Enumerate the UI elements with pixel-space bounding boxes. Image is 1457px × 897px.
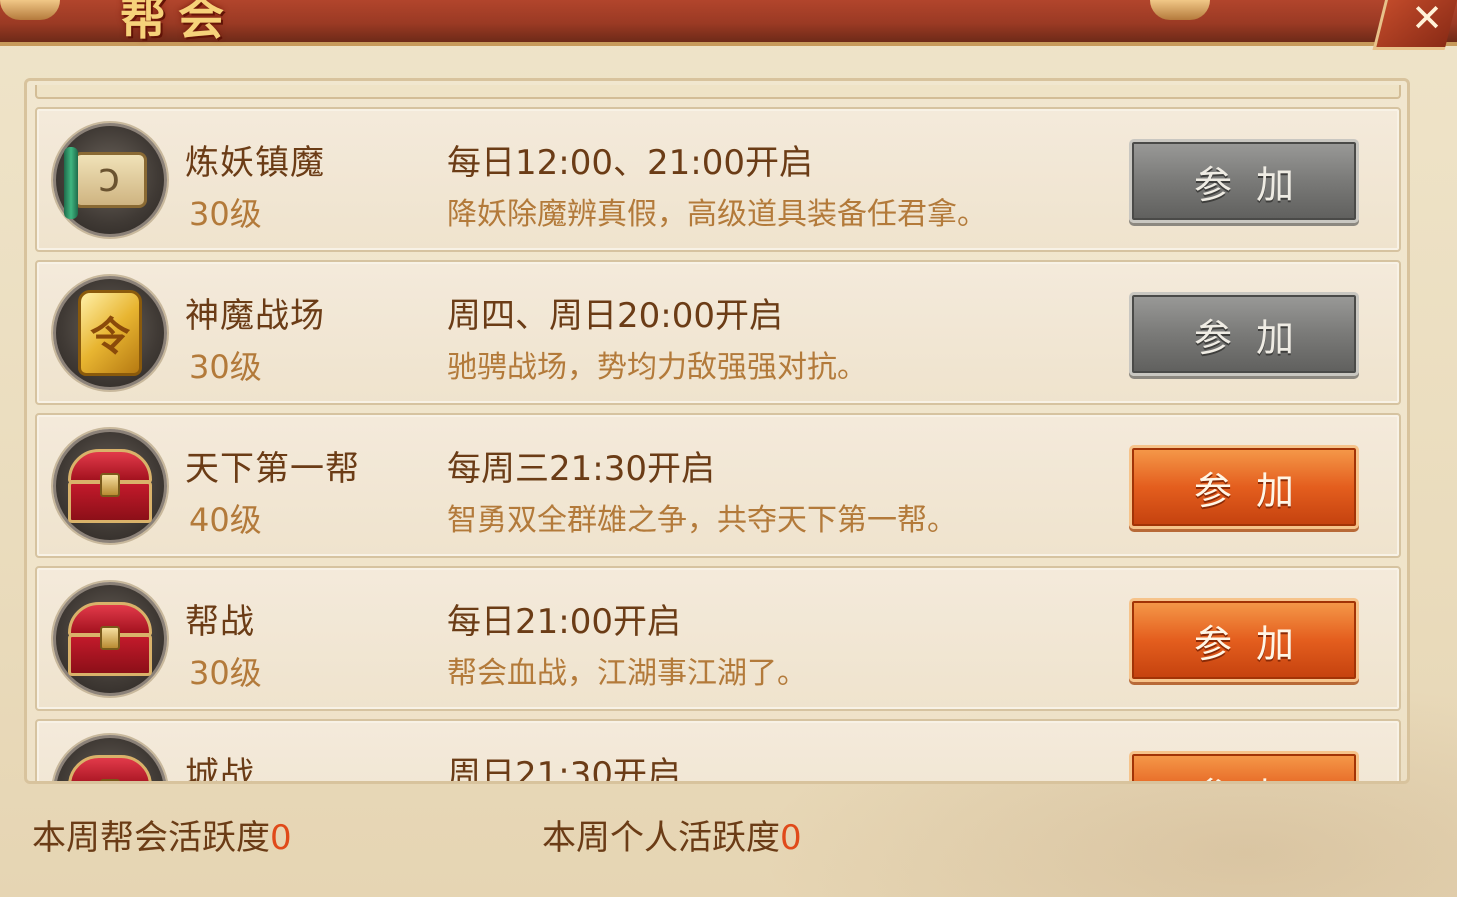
- activity-description: 降妖除魔辨真假，高级道具装备任君拿。: [447, 197, 987, 232]
- activity-row: 城战 周日21:30开启 参加: [35, 719, 1401, 784]
- activity-row: 炼妖镇魔 30级 每日12:00、21:00开启 降妖除魔辨真假，高级道具装备任…: [35, 107, 1401, 252]
- activity-row: 天下第一帮 40级 每周三21:30开启 智勇双全群雄之争，共夺天下第一帮。 参…: [35, 413, 1401, 558]
- header-ornament-right: [1150, 0, 1210, 20]
- personal-activity-label: 本周个人活跃度: [542, 818, 780, 858]
- guild-activity-value: 0: [270, 818, 292, 858]
- join-button[interactable]: 参加: [1129, 445, 1359, 529]
- gold-token-icon: 令: [78, 290, 142, 376]
- activity-icon-frame: [53, 123, 167, 237]
- activity-level: 30级: [189, 348, 262, 386]
- activity-level: 40级: [189, 501, 262, 539]
- activity-row: 帮战 30级 每日21:00开启 帮会血战，江湖事江湖了。 参加: [35, 566, 1401, 711]
- join-button[interactable]: 参加: [1129, 751, 1359, 781]
- activity-time: 每日21:00开启: [447, 602, 681, 642]
- activity-icon-frame: 令: [53, 276, 167, 390]
- activity-time: 周日21:30开启: [447, 755, 681, 784]
- treasure-chest-icon: [68, 602, 152, 676]
- activity-level: 30级: [189, 654, 262, 692]
- activity-time: 周四、周日20:00开启: [447, 296, 783, 336]
- join-button[interactable]: 参加: [1129, 292, 1359, 376]
- activity-description: 驰骋战场，势均力敌强强对抗。: [447, 350, 867, 385]
- activity-name: 帮战: [185, 602, 255, 642]
- activity-name: 天下第一帮: [185, 449, 360, 489]
- header-ornament-left: [0, 0, 60, 20]
- activity-description: 智勇双全群雄之争，共夺天下第一帮。: [447, 503, 957, 538]
- join-button[interactable]: 参加: [1129, 139, 1359, 223]
- activity-icon-frame: [53, 582, 167, 696]
- window-header: 帮会: [0, 0, 1457, 46]
- activity-time: 每周三21:30开启: [447, 449, 715, 489]
- activity-level: 30级: [189, 195, 262, 233]
- activity-name: 城战: [185, 755, 255, 784]
- guild-activity-stat: 本周帮会活跃度0: [32, 810, 292, 859]
- activity-list[interactable]: 炼妖镇魔 30级 每日12:00、21:00开启 降妖除魔辨真假，高级道具装备任…: [24, 78, 1410, 784]
- personal-activity-value: 0: [780, 818, 802, 858]
- close-icon[interactable]: ✕: [1411, 0, 1443, 40]
- activity-row: 令 神魔战场 30级 周四、周日20:00开启 驰骋战场，势均力敌强强对抗。 参…: [35, 260, 1401, 405]
- activity-icon-frame: [53, 429, 167, 543]
- activity-name: 炼妖镇魔: [185, 143, 325, 183]
- activity-name: 神魔战场: [185, 296, 325, 336]
- guild-activity-label: 本周帮会活跃度: [32, 818, 270, 858]
- join-button[interactable]: 参加: [1129, 598, 1359, 682]
- activity-footer: 本周帮会活跃度0 本周个人活跃度0: [0, 786, 1457, 897]
- window-title: 帮会: [120, 0, 236, 45]
- list-top-edge: [35, 85, 1401, 99]
- scroll-icon: [64, 147, 147, 219]
- activity-time: 每日12:00、21:00开启: [447, 143, 813, 183]
- treasure-chest-icon: [68, 755, 152, 781]
- personal-activity-stat: 本周个人活跃度0: [542, 810, 802, 859]
- activity-icon-frame: [53, 735, 167, 781]
- treasure-chest-icon: [68, 449, 152, 523]
- activity-description: 帮会血战，江湖事江湖了。: [447, 656, 807, 691]
